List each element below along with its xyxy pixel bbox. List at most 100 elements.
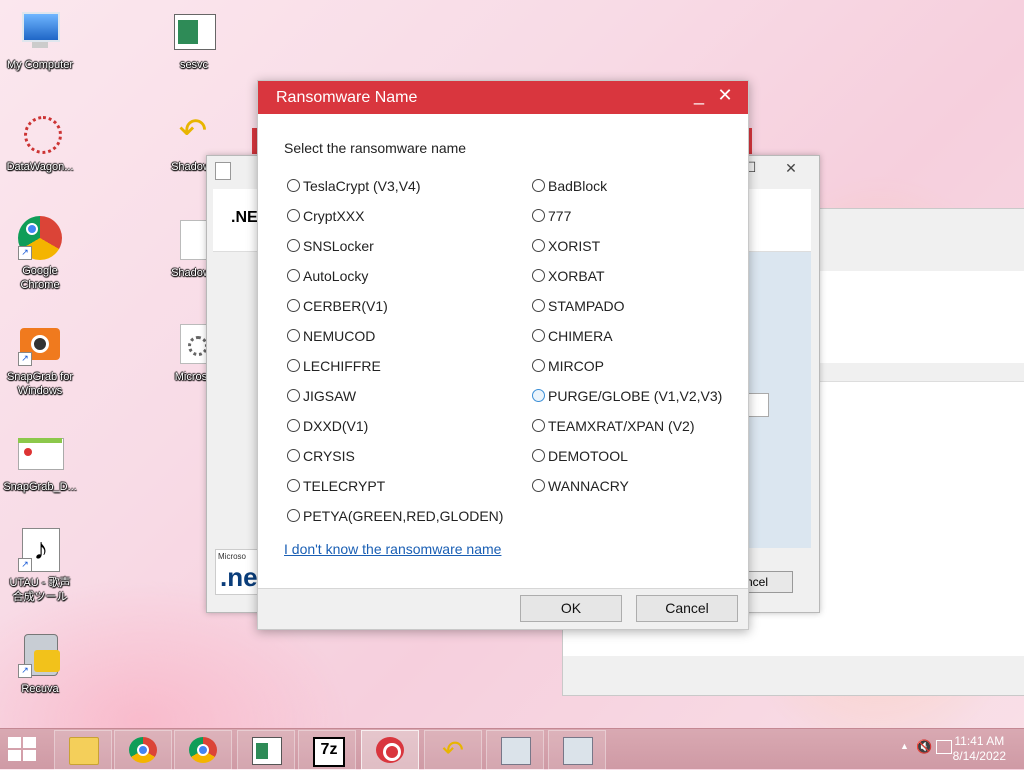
volume-muted-icon[interactable]: 🔇 bbox=[916, 739, 932, 755]
radio-circle[interactable] bbox=[532, 299, 545, 312]
radio-circle[interactable] bbox=[287, 419, 300, 432]
ok-button[interactable]: OK bbox=[520, 595, 622, 622]
cancel-button[interactable]: Cancel bbox=[636, 595, 738, 622]
radio-circle[interactable] bbox=[287, 239, 300, 252]
radio-circle[interactable] bbox=[532, 329, 545, 342]
radio-teslacrypt[interactable]: TeslaCrypt (V3,V4) bbox=[287, 177, 420, 195]
radio-telecrypt[interactable]: TELECRYPT bbox=[287, 477, 385, 495]
radio-circle[interactable] bbox=[287, 389, 300, 402]
radio-circle[interactable] bbox=[532, 209, 545, 222]
shortcut-arrow-icon: ↗ bbox=[18, 664, 32, 678]
radio-crysis[interactable]: CRYSIS bbox=[287, 447, 355, 465]
radio-label: MIRCOP bbox=[548, 358, 604, 374]
radio-label: CERBER(V1) bbox=[303, 298, 388, 314]
show-hidden-icons-icon[interactable]: ▲ bbox=[900, 741, 909, 751]
radio-xorist[interactable]: XORIST bbox=[532, 237, 600, 255]
desktop-icon-google-chrome[interactable]: ↗ Google Chrome bbox=[0, 216, 80, 292]
desktop-icon-label: Google Chrome bbox=[20, 265, 60, 291]
radio-petya[interactable]: PETYA(GREEN,RED,GLODEN) bbox=[287, 507, 503, 525]
shortcut-arrow-icon: ↗ bbox=[18, 246, 32, 260]
ransomware-name-dialog[interactable]: Ransomware Name _ ✕ Select the ransomwar… bbox=[257, 80, 749, 630]
radio-mircop[interactable]: MIRCOP bbox=[532, 357, 604, 375]
taskbar-trend-micro[interactable] bbox=[361, 730, 419, 770]
radio-nemucod[interactable]: NEMUCOD bbox=[287, 327, 375, 345]
radio-label: PETYA(GREEN,RED,GLODEN) bbox=[303, 508, 504, 524]
radio-stampado[interactable]: STAMPADO bbox=[532, 297, 625, 315]
radio-badblock[interactable]: BadBlock bbox=[532, 177, 607, 195]
taskbar-chrome-1[interactable] bbox=[114, 730, 172, 770]
radio-jigsaw[interactable]: JIGSAW bbox=[287, 387, 356, 405]
dialog-title: Ransomware Name bbox=[276, 89, 418, 106]
radio-dxxd[interactable]: DXXD(V1) bbox=[287, 417, 368, 435]
radio-circle[interactable] bbox=[287, 449, 300, 462]
taskbar-sesvc[interactable] bbox=[237, 730, 295, 770]
taskbar-installer-1[interactable] bbox=[486, 730, 544, 770]
taskbar-7zip[interactable]: 7z bbox=[298, 730, 356, 770]
radio-xorbat[interactable]: XORBAT bbox=[532, 267, 605, 285]
radio-cerber[interactable]: CERBER(V1) bbox=[287, 297, 388, 315]
radio-teamxrat[interactable]: TEAMXRAT/XPAN (V2) bbox=[532, 417, 695, 435]
folder-icon bbox=[69, 737, 99, 765]
clock-time: 11:41 AM bbox=[954, 734, 1005, 748]
dialog-prompt: Select the ransomware name bbox=[284, 140, 467, 156]
radio-777[interactable]: 777 bbox=[532, 207, 571, 225]
desktop-icon-utau[interactable]: ♪ ↗ UTAU - 歌声 合成ツール bbox=[0, 528, 80, 604]
radio-wannacry[interactable]: WANNACRY bbox=[532, 477, 629, 495]
network-icon[interactable] bbox=[936, 740, 952, 754]
radio-label: XORBAT bbox=[548, 268, 605, 284]
radio-label: WANNACRY bbox=[548, 478, 629, 494]
radio-circle[interactable] bbox=[287, 359, 300, 372]
radio-label: LECHIFFRE bbox=[303, 358, 381, 374]
radio-lechiffre[interactable]: LECHIFFRE bbox=[287, 357, 381, 375]
taskbar-file-explorer[interactable] bbox=[54, 730, 112, 770]
close-icon[interactable]: ✕ bbox=[769, 158, 813, 178]
clock[interactable]: 11:41 AM 8/14/2022 bbox=[953, 734, 1006, 764]
radio-circle[interactable] bbox=[287, 269, 300, 282]
radio-circle[interactable] bbox=[532, 239, 545, 252]
desktop-icon-datawagon[interactable]: DataWagon... bbox=[0, 112, 80, 174]
radio-autolocky[interactable]: AutoLocky bbox=[287, 267, 368, 285]
radio-circle[interactable] bbox=[532, 269, 545, 282]
radio-circle[interactable] bbox=[287, 509, 300, 522]
taskbar-installer-2[interactable] bbox=[548, 730, 606, 770]
app-icon bbox=[215, 162, 231, 180]
radio-circle[interactable] bbox=[287, 209, 300, 222]
radio-label: AutoLocky bbox=[303, 268, 369, 284]
unknown-ransomware-link[interactable]: I don't know the ransomware name bbox=[284, 541, 501, 557]
radio-label: 777 bbox=[548, 208, 572, 224]
radio-chimera[interactable]: CHIMERA bbox=[532, 327, 613, 345]
desktop-icon-sesvc[interactable]: sesvc bbox=[154, 10, 234, 72]
radio-snslocker[interactable]: SNSLocker bbox=[287, 237, 374, 255]
desktop-icon-recuva[interactable]: ↗ Recuva bbox=[0, 634, 80, 696]
radio-circle[interactable] bbox=[532, 419, 545, 432]
recuva-icon: ↗ bbox=[18, 634, 62, 678]
radio-purge-globe[interactable]: PURGE/GLOBE (V1,V2,V3) bbox=[532, 387, 722, 405]
radio-circle[interactable] bbox=[532, 389, 545, 402]
screenshot-file-icon bbox=[18, 432, 64, 476]
radio-circle[interactable] bbox=[532, 179, 545, 192]
close-icon[interactable]: ✕ bbox=[714, 85, 736, 106]
taskbar-shadow-explorer[interactable]: ↶ bbox=[424, 730, 482, 770]
logo-text: .ne bbox=[220, 562, 258, 592]
desktop-icon-snapgrab[interactable]: ↗ SnapGrab for Windows bbox=[0, 322, 80, 398]
radio-label: PURGE/GLOBE (V1,V2,V3) bbox=[548, 388, 723, 404]
radio-circle[interactable] bbox=[287, 179, 300, 192]
desktop-icon-my-computer[interactable]: My Computer bbox=[0, 10, 80, 72]
windows-start-icon[interactable] bbox=[8, 737, 38, 761]
radio-circle[interactable] bbox=[532, 359, 545, 372]
radio-circle[interactable] bbox=[532, 479, 545, 492]
logo-caption: Microso bbox=[218, 552, 247, 561]
radio-circle[interactable] bbox=[287, 299, 300, 312]
minimize-icon[interactable]: _ bbox=[688, 85, 710, 106]
installer-icon bbox=[563, 737, 593, 765]
radio-circle[interactable] bbox=[287, 479, 300, 492]
desktop-icon-snapgrab-d[interactable]: SnapGrab_D... bbox=[0, 432, 80, 494]
shortcut-arrow-icon: ↗ bbox=[18, 352, 32, 366]
chrome-icon: ↗ bbox=[18, 216, 62, 260]
radio-circle[interactable] bbox=[532, 449, 545, 462]
taskbar-chrome-2[interactable] bbox=[174, 730, 232, 770]
radio-label: XORIST bbox=[548, 238, 601, 254]
radio-cryptxxx[interactable]: CryptXXX bbox=[287, 207, 364, 225]
radio-circle[interactable] bbox=[287, 329, 300, 342]
radio-demotool[interactable]: DEMOTOOL bbox=[532, 447, 628, 465]
